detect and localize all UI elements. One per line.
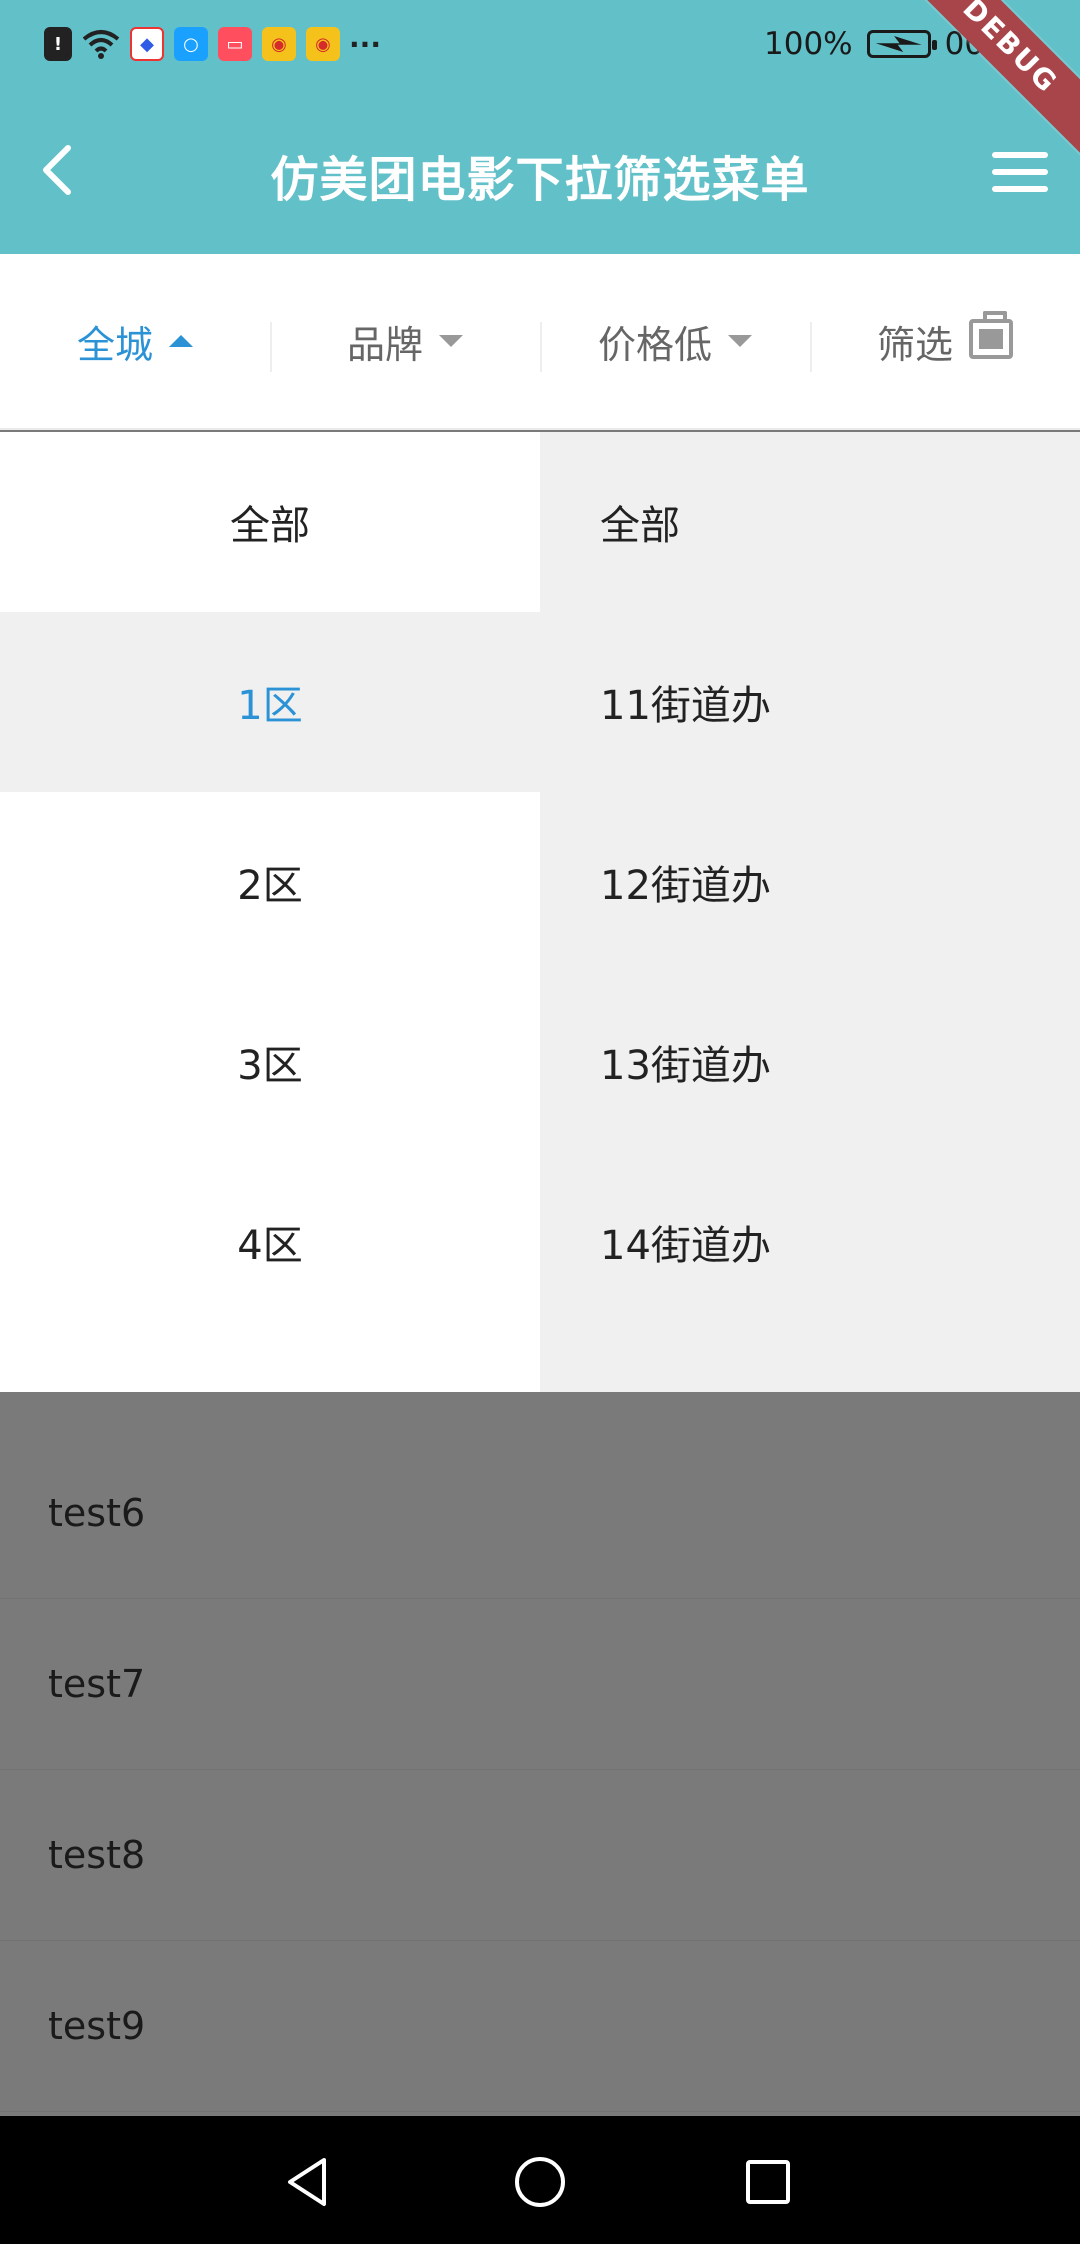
hamburger-menu-icon	[992, 152, 1048, 158]
list-item[interactable]: test7	[0, 1599, 1080, 1770]
nav-recent-button[interactable]	[738, 2152, 798, 2212]
search-app-icon: ○	[174, 27, 208, 61]
caret-down-icon	[439, 335, 463, 347]
subdistrict-list: 全部 11街道办 12街道办 13街道办 14街道办	[540, 432, 1080, 1392]
baidu-icon: ◆	[130, 27, 164, 61]
weibo-icon: ◉	[306, 27, 340, 61]
battery-percent: 100%	[764, 26, 853, 62]
circle-home-icon	[515, 2157, 565, 2207]
list-item[interactable]: test8	[0, 1770, 1080, 1941]
alert-icon: !	[44, 27, 72, 61]
triangle-back-icon	[288, 2158, 326, 2206]
filter-tab-label: 全城	[76, 322, 153, 367]
list-item[interactable]: test9	[0, 1941, 1080, 2112]
filter-bar: 全城 品牌 价格低 筛选	[0, 254, 1080, 430]
subdistrict-item-11[interactable]: 11街道办	[540, 612, 1080, 792]
subdistrict-item-13[interactable]: 13街道办	[540, 972, 1080, 1152]
filter-tab-label: 品牌	[346, 322, 423, 367]
subdistrict-item-14[interactable]: 14街道办	[540, 1152, 1080, 1332]
battery-icon	[866, 30, 937, 58]
system-nav-bar	[0, 2116, 1080, 2244]
nav-back-button[interactable]	[278, 2152, 338, 2212]
page-title: 仿美团电影下拉筛选菜单	[270, 152, 810, 208]
list-item[interactable]: test6	[0, 1392, 1080, 1599]
dropdown-panel: 全部 1区 2区 3区 4区 全部 11街道办 12街道办 13街道办 14街道…	[0, 432, 1080, 1392]
subdistrict-item-12[interactable]: 12街道办	[540, 792, 1080, 972]
district-item-2[interactable]: 2区	[0, 792, 540, 972]
filter-tab-label: 筛选	[876, 322, 953, 367]
caret-down-icon	[728, 335, 752, 347]
square-recent-icon	[746, 2160, 790, 2204]
district-item-3[interactable]: 3区	[0, 972, 540, 1152]
caret-up-icon	[169, 335, 193, 347]
dimmed-overlay[interactable]: test6 test7 test8 test9	[0, 1392, 1080, 2116]
filter-tab-filter[interactable]: 筛选	[810, 254, 1080, 428]
filter-tab-label: 价格低	[597, 322, 712, 367]
district-item-all[interactable]: 全部	[0, 432, 540, 612]
weibo-icon: ◉	[262, 27, 296, 61]
wifi-icon	[82, 27, 120, 61]
menu-button[interactable]	[988, 148, 1052, 196]
filter-tab-brand[interactable]: 品牌	[270, 254, 540, 428]
filter-box-icon	[969, 311, 1013, 359]
subdistrict-item-all[interactable]: 全部	[540, 432, 1080, 612]
status-bar: ! ◆ ○ ▭ ◉ ◉ ··· 100% 00:29	[0, 0, 1080, 86]
filter-tab-city[interactable]: 全城	[0, 254, 270, 428]
more-notifications-icon: ···	[349, 27, 381, 61]
district-list: 全部 1区 2区 3区 4区	[0, 432, 540, 1392]
district-item-4[interactable]: 4区	[0, 1152, 540, 1332]
nav-home-button[interactable]	[510, 2152, 570, 2212]
app-bar: 仿美团电影下拉筛选菜单	[0, 86, 1080, 254]
notification-icons: ! ◆ ○ ▭ ◉ ◉ ···	[44, 22, 381, 66]
district-item-1[interactable]: 1区	[0, 612, 540, 792]
notes-app-icon: ▭	[218, 27, 252, 61]
filter-tab-price[interactable]: 价格低	[540, 254, 810, 428]
